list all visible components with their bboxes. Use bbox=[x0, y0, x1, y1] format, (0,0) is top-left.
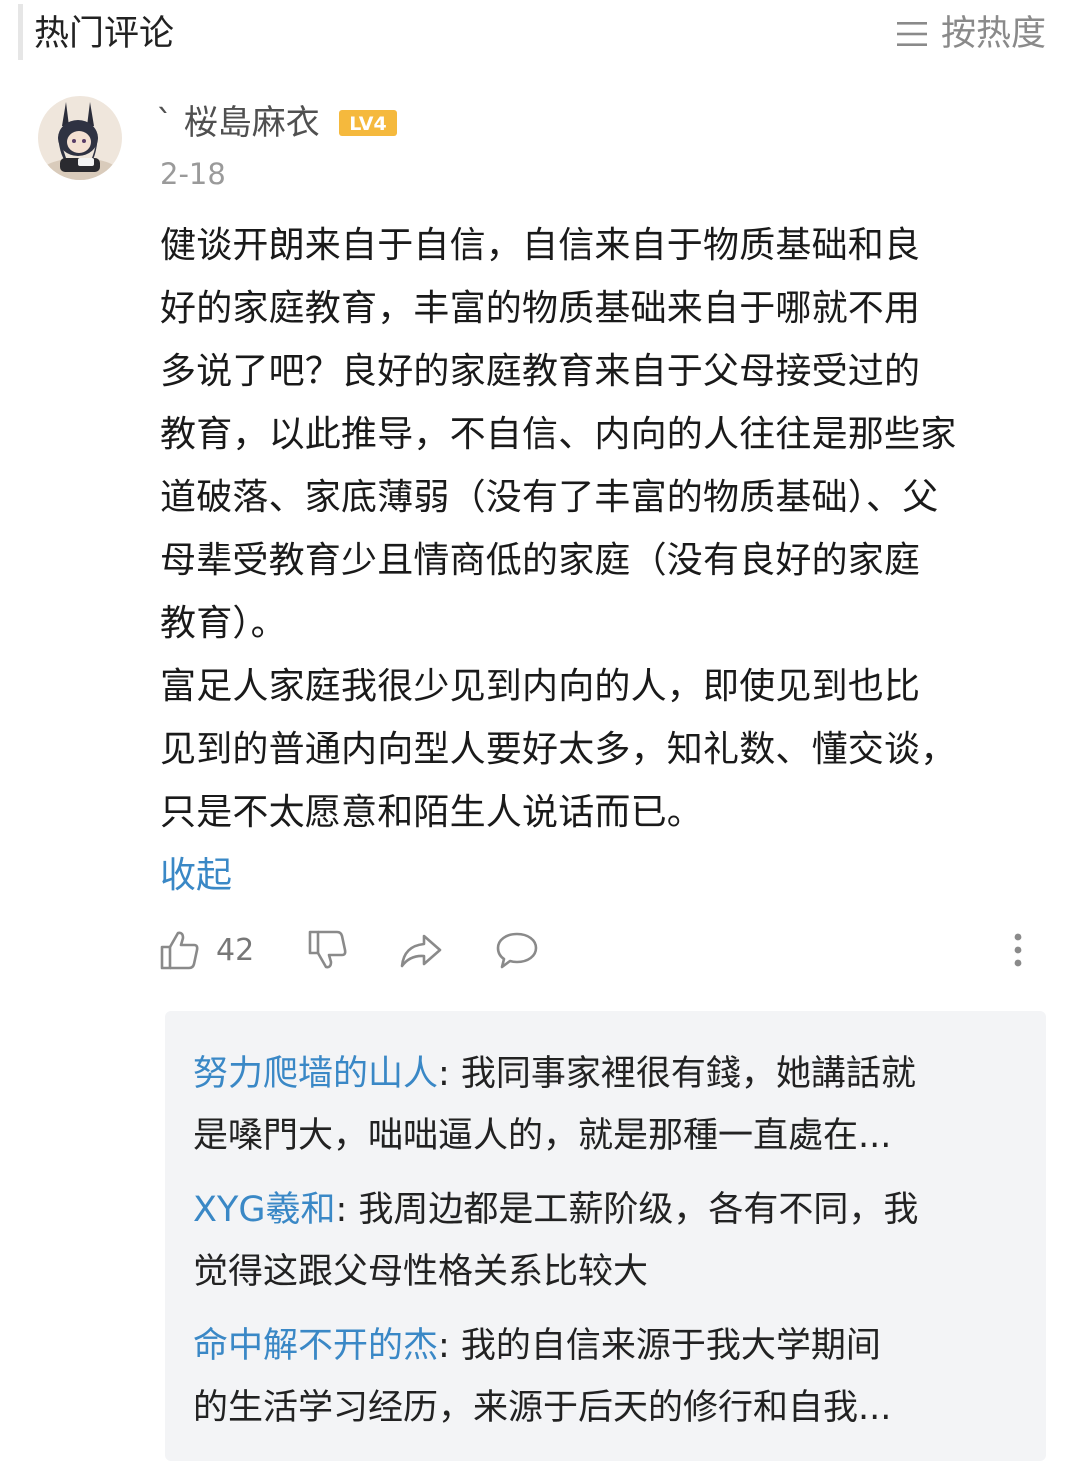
more-options-button[interactable] bbox=[1008, 920, 1028, 980]
section-title: 热门评论 bbox=[34, 14, 175, 54]
reply-author[interactable]: XYG羲和 bbox=[193, 1190, 335, 1230]
comment-action-bar: 42 bbox=[158, 920, 1038, 980]
comment-body: 健谈开朗来自于自信，自信来自于物质基础和良 好的家庭教育，丰富的物质基础来自于哪… bbox=[160, 214, 1040, 907]
comment-bubble-icon bbox=[496, 932, 538, 969]
menu-lines-icon bbox=[896, 22, 927, 46]
reply-author[interactable]: 努力爬墙的山人 bbox=[193, 1054, 438, 1094]
reply-item[interactable]: XYG羲和: 我周边都是工薪阶级，各有不同，我 觉得这跟父母性格关系比较大 bbox=[193, 1179, 993, 1303]
share-arrow-icon bbox=[400, 934, 442, 968]
thumbs-down-icon bbox=[308, 930, 347, 969]
sort-button[interactable]: 按热度 bbox=[895, 10, 1046, 58]
replies-panel: 努力爬墙的山人: 我同事家裡很有錢，她講話就 是嗓門大，咄咄逼人的，就是那種一直… bbox=[165, 1011, 1046, 1461]
comment-paragraph: 健谈开朗来自于自信，自信来自于物质基础和良 好的家庭教育，丰富的物质基础来自于哪… bbox=[160, 225, 957, 644]
like-button[interactable]: 42 bbox=[158, 920, 254, 980]
comment-date: 2-18 bbox=[160, 157, 226, 191]
section-header: 热门评论 按热度 bbox=[0, 0, 1078, 68]
dislike-button[interactable] bbox=[306, 920, 350, 980]
header-accent-bar bbox=[18, 4, 23, 60]
sort-label: 按热度 bbox=[940, 14, 1046, 54]
collapse-link[interactable]: 收起 bbox=[160, 844, 1040, 907]
level-text: LV4 bbox=[349, 113, 386, 135]
reply-button[interactable] bbox=[494, 920, 540, 980]
like-count: 42 bbox=[216, 932, 255, 968]
comment-username-row: ˋ 桜島麻衣 LV4 bbox=[156, 96, 398, 150]
thumbs-up-icon bbox=[160, 931, 199, 970]
reply-author[interactable]: 命中解不开的杰 bbox=[193, 1326, 438, 1366]
anime-avatar-image bbox=[38, 96, 122, 180]
reply-item[interactable]: 命中解不开的杰: 我的自信来源于我大学期间 的生活学习经历，来源于后天的修行和自… bbox=[193, 1315, 993, 1439]
share-button[interactable] bbox=[398, 920, 444, 980]
username[interactable]: ˋ 桜島麻衣 bbox=[156, 96, 320, 150]
more-vertical-icon bbox=[1014, 933, 1022, 967]
comment-paragraph: 富足人家庭我很少见到内向的人，即使见到也比 见到的普通内向型人要好太多，知礼数、… bbox=[160, 666, 957, 833]
avatar[interactable] bbox=[38, 96, 122, 180]
level-badge-icon: LV4 bbox=[338, 110, 397, 136]
reply-item[interactable]: 努力爬墙的山人: 我同事家裡很有錢，她講話就 是嗓門大，咄咄逼人的，就是那種一直… bbox=[193, 1043, 993, 1167]
